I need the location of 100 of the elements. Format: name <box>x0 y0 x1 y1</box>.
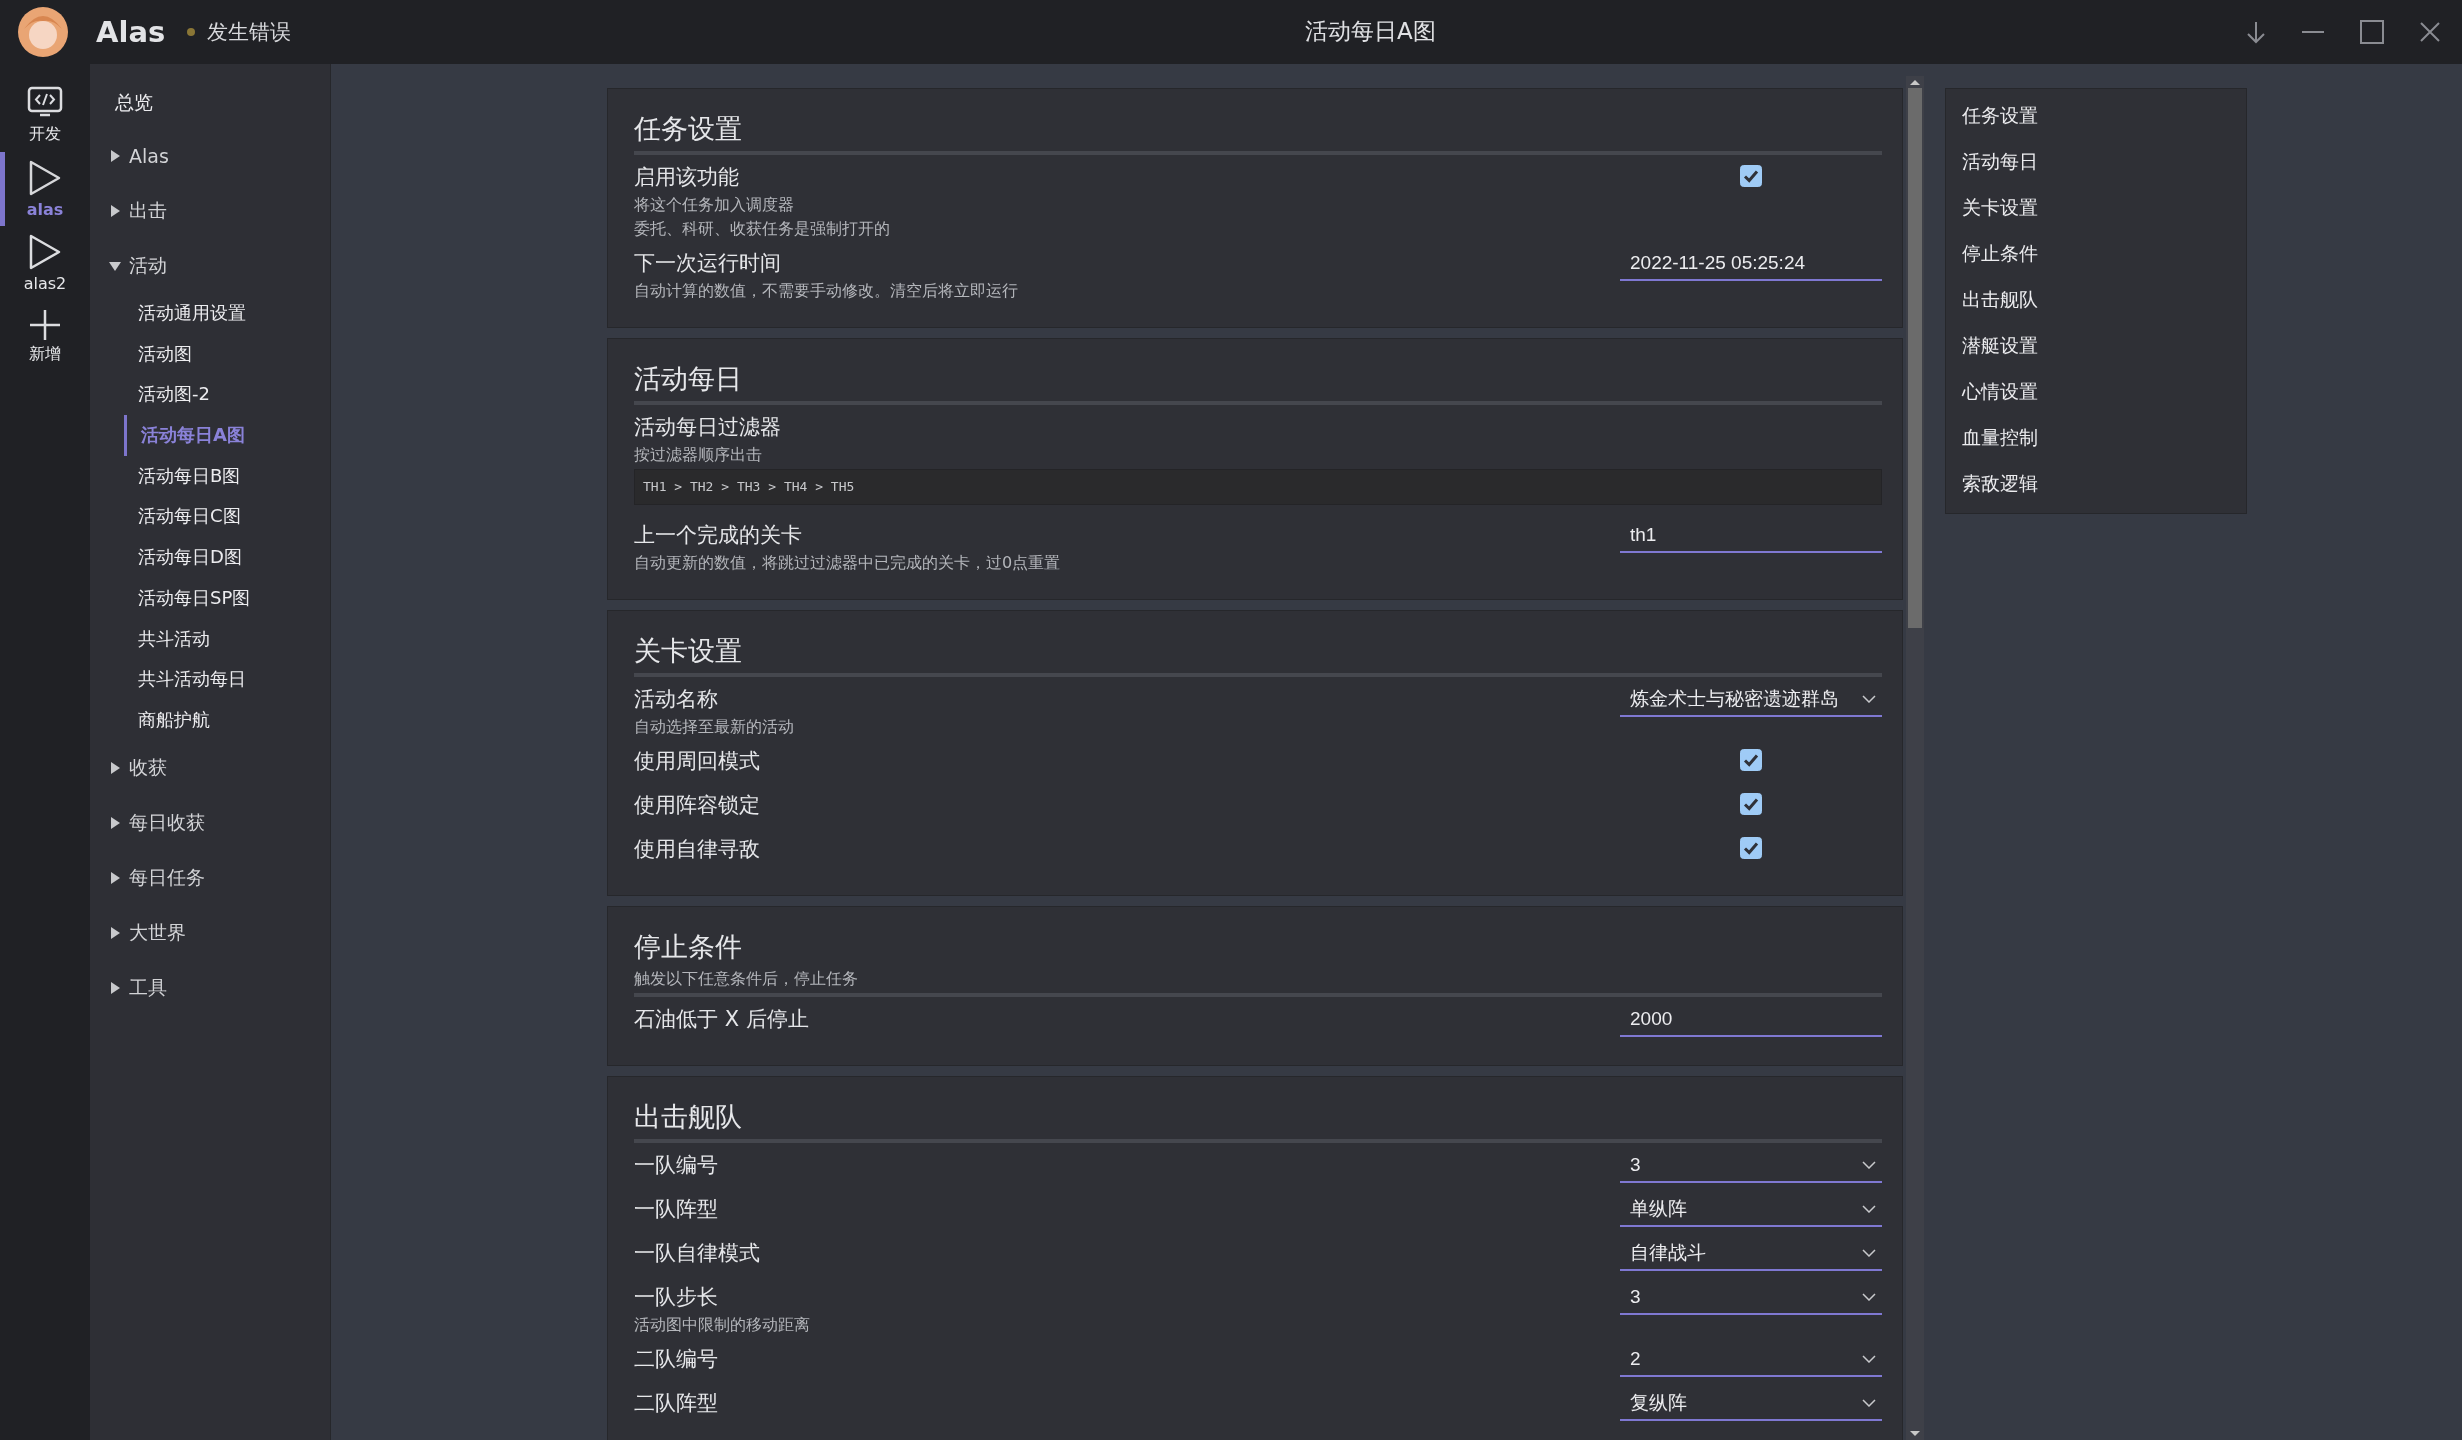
caret-icon <box>109 149 121 162</box>
nav-item[interactable]: 活动每日D图 <box>90 537 330 578</box>
outline-link[interactable]: 潜艇设置 <box>1946 325 2246 371</box>
section-title: 停止条件 <box>634 930 743 964</box>
nav-item[interactable]: 活动通用设置 <box>90 293 330 334</box>
nav-group[interactable]: 每日收获 <box>90 795 330 851</box>
setting-label: 一队阵型 <box>634 1196 719 1223</box>
dropdown[interactable]: 单纵阵 <box>1620 1193 1882 1227</box>
section-title: 出击舰队 <box>634 1100 743 1134</box>
nav-group[interactable]: 大世界 <box>90 905 330 961</box>
setting-help: 将这个任务加入调度器 <box>634 194 795 216</box>
scrollbar[interactable] <box>1906 76 1924 1440</box>
nav-item[interactable]: 活动图 <box>90 333 330 375</box>
input-field[interactable]: th1 <box>1620 519 1882 553</box>
caret-icon <box>109 259 121 272</box>
caret-icon <box>109 204 121 217</box>
close-icon[interactable] <box>2420 22 2440 42</box>
setting-label: 二队阵型 <box>634 1390 719 1417</box>
nav-item[interactable]: 活动每日B图 <box>90 455 330 497</box>
nav-group[interactable]: Alas <box>90 128 330 183</box>
nav-item[interactable]: 总览 <box>90 76 330 128</box>
chevron-down-icon <box>1862 1161 1876 1169</box>
maximize-icon[interactable] <box>2360 20 2384 44</box>
nav-item[interactable]: 共斗活动 <box>90 618 330 660</box>
nav-item[interactable]: 活动每日SP图 <box>90 577 330 619</box>
setting-help: 活动图中限制的移动距离 <box>634 1314 811 1336</box>
play-icon <box>28 159 62 197</box>
outline-link[interactable]: 活动每日 <box>1946 141 2246 187</box>
nav-group[interactable]: 活动 <box>90 238 330 293</box>
section-title: 任务设置 <box>634 112 743 146</box>
chevron-down-icon <box>1862 1293 1876 1301</box>
setting-label: 一队自律模式 <box>634 1240 761 1267</box>
outline-link[interactable]: 索敌逻辑 <box>1946 463 2246 509</box>
section-title: 关卡设置 <box>634 634 743 668</box>
dropdown[interactable]: 自律战斗 <box>1620 1237 1882 1271</box>
checkbox[interactable] <box>1740 749 1762 771</box>
nav-group[interactable]: 每日任务 <box>90 850 330 906</box>
checkbox[interactable] <box>1740 793 1762 815</box>
setting-label: 活动名称 <box>634 686 719 713</box>
outline-link[interactable]: 出击舰队 <box>1946 279 2246 325</box>
input-field[interactable]: 2000 <box>1620 1003 1882 1037</box>
outline-link[interactable]: 心情设置 <box>1946 371 2246 417</box>
input-field[interactable]: 2022-11-25 05:25:24 <box>1620 247 1882 281</box>
caret-icon <box>109 927 121 940</box>
setting-label: 启用该功能 <box>634 164 740 191</box>
nav-item[interactable]: 共斗活动每日 <box>90 659 330 700</box>
instance-button[interactable]: alas2 <box>0 226 85 300</box>
nav-item[interactable]: 活动每日C图 <box>90 496 330 538</box>
outline-link[interactable]: 任务设置 <box>1946 95 2246 141</box>
nav-item[interactable]: 活动每日A图 <box>124 415 330 456</box>
dropdown[interactable]: 3 <box>1620 1149 1882 1183</box>
nav-item[interactable]: 商船护航 <box>90 699 330 741</box>
chevron-down-icon <box>1862 695 1876 703</box>
checkbox[interactable] <box>1740 837 1762 859</box>
nav-group[interactable]: 出击 <box>90 183 330 238</box>
status-text: 发生错误 <box>207 19 292 46</box>
section-description: 触发以下任意条件后，停止任务 <box>634 968 859 990</box>
setting-label: 使用周回模式 <box>634 748 761 775</box>
filter-field[interactable]: TH1 > TH2 > TH3 > TH4 > TH5 <box>634 469 1882 505</box>
play-icon <box>28 233 62 271</box>
outline-link[interactable]: 血量控制 <box>1946 417 2246 463</box>
checkbox[interactable] <box>1740 165 1762 187</box>
dropdown[interactable]: 2 <box>1620 1343 1882 1377</box>
setting-help: 自动选择至最新的活动 <box>634 716 795 738</box>
setting-label: 一队编号 <box>634 1152 719 1179</box>
setting-label: 活动每日过滤器 <box>634 414 782 441</box>
dropdown[interactable]: 复纵阵 <box>1620 1387 1882 1421</box>
section-title: 活动每日 <box>634 362 743 396</box>
instance-button[interactable]: 开发 <box>0 78 85 152</box>
setting-label: 下一次运行时间 <box>634 250 782 277</box>
chevron-down-icon <box>1862 1355 1876 1363</box>
outline-link[interactable]: 关卡设置 <box>1946 187 2246 233</box>
chevron-down-icon <box>1862 1399 1876 1407</box>
caret-icon <box>109 982 121 995</box>
setting-label: 使用阵容锁定 <box>634 792 761 819</box>
setting-label: 二队编号 <box>634 1346 719 1373</box>
avatar <box>18 7 68 57</box>
chevron-down-icon <box>1862 1249 1876 1257</box>
dropdown[interactable]: 3 <box>1620 1281 1882 1315</box>
plus-icon <box>29 309 61 341</box>
nav-item[interactable]: 活动图-2 <box>90 374 330 416</box>
app-name: Alas <box>96 15 166 49</box>
nav-group[interactable]: 工具 <box>90 960 330 1016</box>
chevron-down-icon <box>1862 1205 1876 1213</box>
status-dot-icon <box>187 28 196 36</box>
caret-icon <box>109 817 121 830</box>
caret-icon <box>109 872 121 885</box>
setting-label: 上一个完成的关卡 <box>634 522 803 549</box>
outline-link[interactable]: 停止条件 <box>1946 233 2246 279</box>
instance-button[interactable]: 新增 <box>0 300 85 374</box>
dropdown[interactable]: 炼金术士与秘密遗迹群岛 <box>1620 683 1882 717</box>
window-title: 活动每日A图 <box>1305 17 1436 46</box>
setting-help: 自动更新的数值，将跳过过滤器中已完成的关卡，过0点重置 <box>634 552 1062 574</box>
nav-group[interactable]: 收获 <box>90 740 330 796</box>
minimize-icon[interactable] <box>2302 30 2324 34</box>
instance-button[interactable]: alas <box>0 152 85 226</box>
download-icon[interactable] <box>2246 20 2266 44</box>
caret-icon <box>109 762 121 775</box>
setting-label: 石油低于 X 后停止 <box>634 1006 810 1033</box>
setting-help: 委托、科研、收获任务是强制打开的 <box>634 218 891 240</box>
